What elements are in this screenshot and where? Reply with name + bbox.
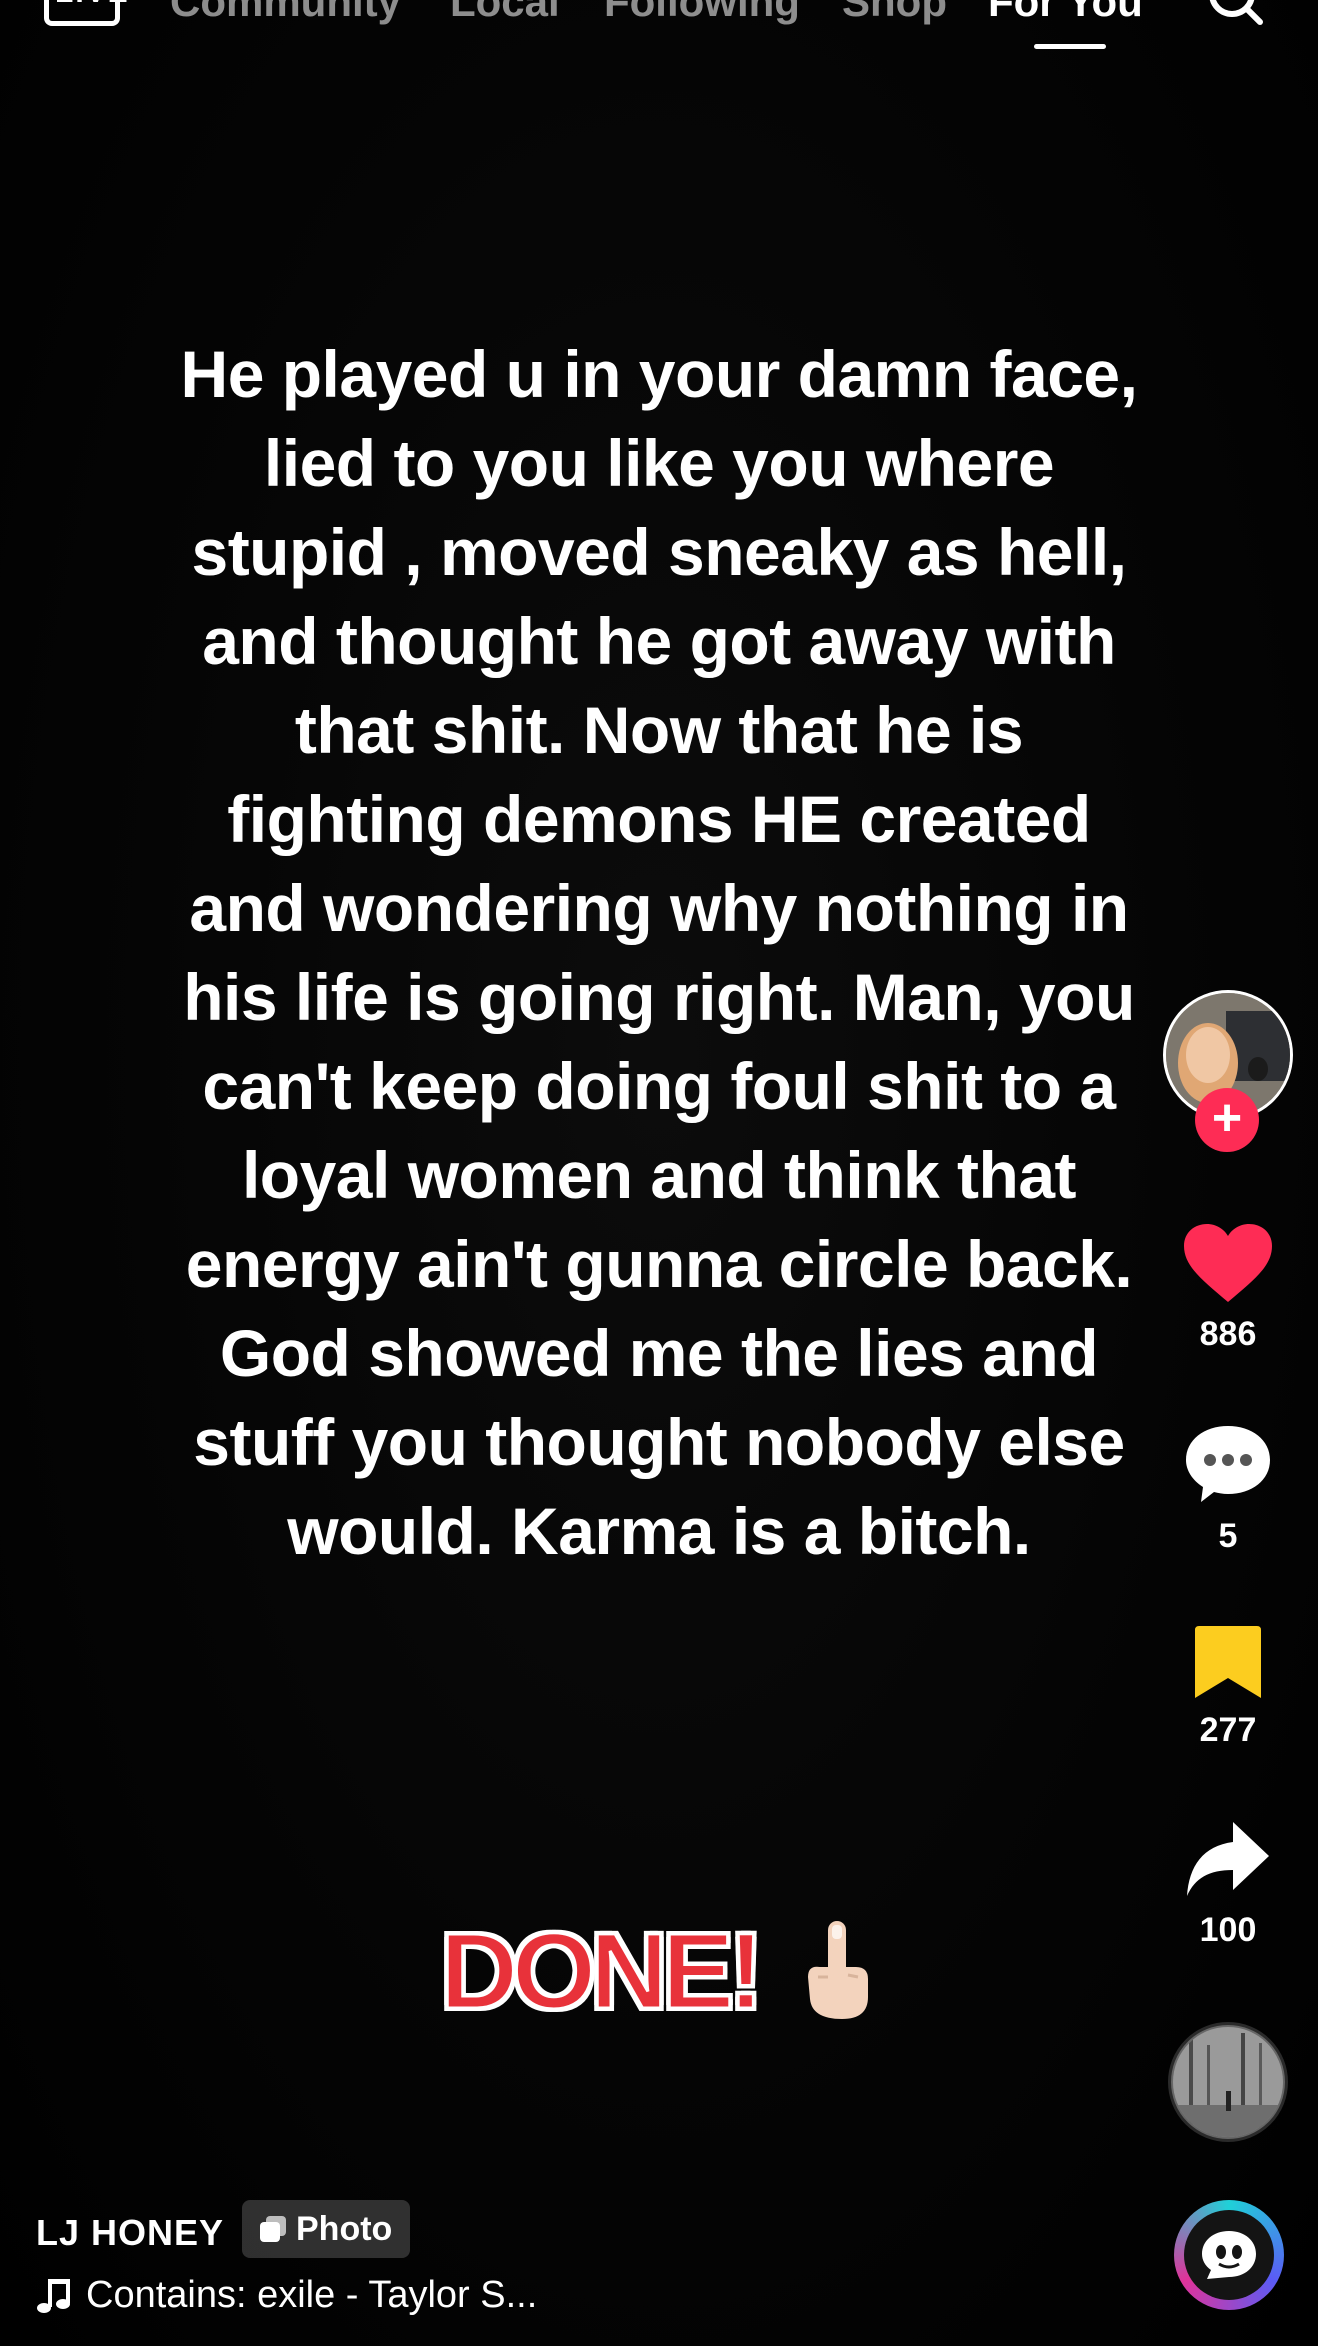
done-text: DONE!	[439, 1908, 766, 2032]
post-caption: He played u in your damn face, lied to y…	[180, 337, 1138, 1568]
follow-button[interactable]: +	[1195, 1088, 1259, 1152]
live-label: LIVE	[55, 0, 130, 10]
photo-stack-icon	[260, 2216, 286, 2242]
done-row: DONE!	[439, 1908, 980, 2032]
author-username[interactable]: LJ HONEY	[36, 2212, 224, 2254]
save-action[interactable]: 277	[1163, 1624, 1293, 1750]
music-row[interactable]: Contains: exile - Taylor S...	[36, 2274, 537, 2317]
search-icon[interactable]	[1208, 0, 1264, 28]
comment-icon[interactable]	[1183, 1422, 1273, 1506]
music-text: Contains: exile - Taylor S...	[86, 2274, 538, 2316]
ai-assistant-inner	[1184, 2210, 1274, 2300]
sound-cover-art	[1173, 2027, 1283, 2137]
like-count: 886	[1199, 1315, 1257, 1353]
heart-icon[interactable]	[1182, 1222, 1274, 1304]
comment-action[interactable]: 5	[1163, 1422, 1293, 1556]
tab-following[interactable]: Following	[604, 0, 800, 26]
top-nav: LIVE Community Local Following Shop For …	[0, 0, 1318, 70]
share-count: 100	[1199, 1911, 1257, 1949]
chat-bot-icon	[1202, 2231, 1256, 2279]
share-action[interactable]: 100	[1163, 1820, 1293, 1950]
photo-badge-label: Photo	[296, 2209, 393, 2248]
tab-community[interactable]: Community	[170, 0, 401, 26]
save-count: 277	[1199, 1711, 1257, 1749]
sound-disc[interactable]	[1168, 2022, 1288, 2142]
bookmark-icon[interactable]	[1193, 1624, 1263, 1700]
middle-finger-icon	[808, 1921, 868, 2019]
share-icon[interactable]	[1185, 1820, 1271, 1900]
live-icon[interactable]: LIVE	[44, 0, 128, 26]
comment-count: 5	[1218, 1517, 1238, 1555]
like-action[interactable]: 886	[1163, 1222, 1293, 1354]
photo-badge: Photo	[242, 2200, 411, 2258]
tab-shop[interactable]: Shop	[842, 0, 947, 26]
music-note-icon	[37, 2278, 70, 2313]
tab-local[interactable]: Local	[450, 0, 560, 26]
ai-assistant-button[interactable]	[1174, 2200, 1284, 2310]
active-tab-indicator	[1034, 44, 1106, 49]
tab-for-you[interactable]: For You	[988, 0, 1143, 26]
